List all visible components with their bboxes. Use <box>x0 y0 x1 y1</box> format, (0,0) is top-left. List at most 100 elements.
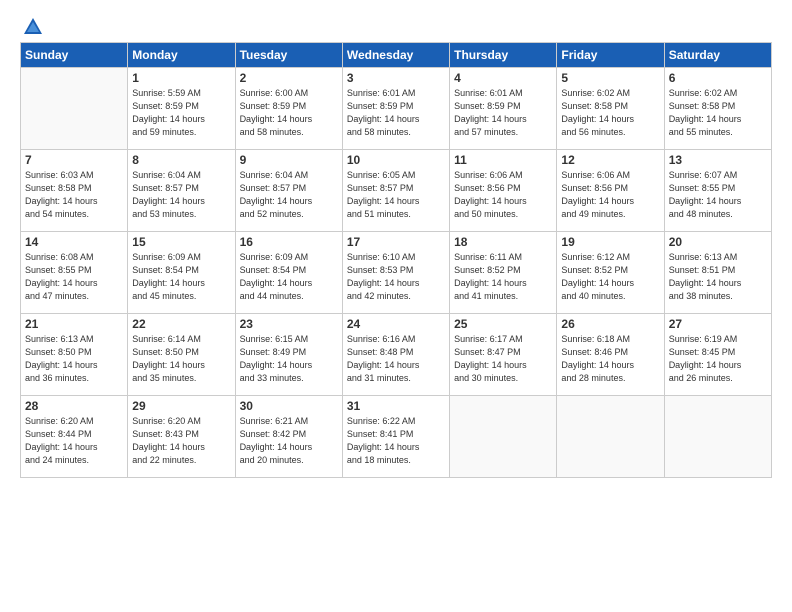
calendar-cell: 11 Sunrise: 6:06 AMSunset: 8:56 PMDayligh… <box>450 150 557 232</box>
calendar-cell: 16Sunrise: 6:09 AMSunset: 8:54 PMDayligh… <box>235 232 342 314</box>
day-number: 11 <box>454 153 552 167</box>
day-number: 24 <box>347 317 445 331</box>
day-info: Sunrise: 6:16 AMSunset: 8:48 PMDaylight:… <box>347 333 445 385</box>
day-info: Sunrise: 6:01 AMSunset: 8:59 PMDaylight:… <box>454 87 552 139</box>
day-info: Sunrise: 6:09 AMSunset: 8:54 PMDaylight:… <box>240 251 338 303</box>
day-number: 2 <box>240 71 338 85</box>
day-info: Sunrise: 6:19 AMSunset: 8:45 PMDaylight:… <box>669 333 767 385</box>
day-number: 22 <box>132 317 230 331</box>
calendar-header-row: SundayMondayTuesdayWednesdayThursdayFrid… <box>21 43 772 68</box>
calendar-week-row: 14 Sunrise: 6:08 AMSunset: 8:55 PMDayligh… <box>21 232 772 314</box>
calendar-cell: 7 Sunrise: 6:03 AMSunset: 8:58 PMDaylight… <box>21 150 128 232</box>
day-info: Sunrise: 6:05 AMSunset: 8:57 PMDaylight:… <box>347 169 445 221</box>
calendar-cell: 25Sunrise: 6:17 AMSunset: 8:47 PMDayligh… <box>450 314 557 396</box>
weekday-header: Sunday <box>21 43 128 68</box>
day-number: 13 <box>669 153 767 167</box>
calendar-cell: 31 Sunrise: 6:22 AMSunset: 8:41 PMDayligh… <box>342 396 449 478</box>
day-info: Sunrise: 6:06 AMSunset: 8:56 PMDaylight:… <box>454 169 552 221</box>
calendar-cell: 14 Sunrise: 6:08 AMSunset: 8:55 PMDayligh… <box>21 232 128 314</box>
calendar-cell: 24 Sunrise: 6:16 AMSunset: 8:48 PMDayligh… <box>342 314 449 396</box>
day-info: Sunrise: 6:11 AMSunset: 8:52 PMDaylight:… <box>454 251 552 303</box>
day-info: Sunrise: 6:15 AMSunset: 8:49 PMDaylight:… <box>240 333 338 385</box>
day-info: Sunrise: 6:22 AMSunset: 8:41 PMDaylight:… <box>347 415 445 467</box>
weekday-header: Thursday <box>450 43 557 68</box>
day-info: Sunrise: 6:10 AMSunset: 8:53 PMDaylight:… <box>347 251 445 303</box>
day-number: 18 <box>454 235 552 249</box>
day-number: 23 <box>240 317 338 331</box>
calendar-cell: 4 Sunrise: 6:01 AMSunset: 8:59 PMDaylight… <box>450 68 557 150</box>
day-number: 20 <box>669 235 767 249</box>
calendar-cell: 28Sunrise: 6:20 AMSunset: 8:44 PMDayligh… <box>21 396 128 478</box>
calendar-cell: 6 Sunrise: 6:02 AMSunset: 8:58 PMDaylight… <box>664 68 771 150</box>
calendar-table: SundayMondayTuesdayWednesdayThursdayFrid… <box>20 42 772 478</box>
day-info: Sunrise: 6:21 AMSunset: 8:42 PMDaylight:… <box>240 415 338 467</box>
weekday-header: Tuesday <box>235 43 342 68</box>
day-number: 26 <box>561 317 659 331</box>
day-number: 5 <box>561 71 659 85</box>
calendar-cell: 22Sunrise: 6:14 AMSunset: 8:50 PMDayligh… <box>128 314 235 396</box>
logo-icon <box>22 16 44 38</box>
day-info: Sunrise: 6:08 AMSunset: 8:55 PMDaylight:… <box>25 251 123 303</box>
day-number: 7 <box>25 153 123 167</box>
day-number: 31 <box>347 399 445 413</box>
day-number: 30 <box>240 399 338 413</box>
day-number: 8 <box>132 153 230 167</box>
calendar-cell: 13 Sunrise: 6:07 AMSunset: 8:55 PMDayligh… <box>664 150 771 232</box>
day-number: 29 <box>132 399 230 413</box>
day-info: Sunrise: 6:17 AMSunset: 8:47 PMDaylight:… <box>454 333 552 385</box>
day-number: 21 <box>25 317 123 331</box>
day-info: Sunrise: 6:04 AMSunset: 8:57 PMDaylight:… <box>132 169 230 221</box>
day-info: Sunrise: 6:18 AMSunset: 8:46 PMDaylight:… <box>561 333 659 385</box>
day-info: Sunrise: 6:06 AMSunset: 8:56 PMDaylight:… <box>561 169 659 221</box>
calendar-cell: 29 Sunrise: 6:20 AMSunset: 8:43 PMDayligh… <box>128 396 235 478</box>
calendar-week-row: 1 Sunrise: 5:59 AMSunset: 8:59 PMDaylight… <box>21 68 772 150</box>
calendar-cell: 9 Sunrise: 6:04 AMSunset: 8:57 PMDaylight… <box>235 150 342 232</box>
calendar-cell: 17Sunrise: 6:10 AMSunset: 8:53 PMDayligh… <box>342 232 449 314</box>
day-number: 1 <box>132 71 230 85</box>
day-info: Sunrise: 6:04 AMSunset: 8:57 PMDaylight:… <box>240 169 338 221</box>
day-info: Sunrise: 6:03 AMSunset: 8:58 PMDaylight:… <box>25 169 123 221</box>
day-info: Sunrise: 6:07 AMSunset: 8:55 PMDaylight:… <box>669 169 767 221</box>
weekday-header: Wednesday <box>342 43 449 68</box>
day-number: 9 <box>240 153 338 167</box>
day-number: 10 <box>347 153 445 167</box>
calendar-cell: 20 Sunrise: 6:13 AMSunset: 8:51 PMDayligh… <box>664 232 771 314</box>
calendar-cell: 26 Sunrise: 6:18 AMSunset: 8:46 PMDayligh… <box>557 314 664 396</box>
day-info: Sunrise: 6:02 AMSunset: 8:58 PMDaylight:… <box>561 87 659 139</box>
day-number: 27 <box>669 317 767 331</box>
day-number: 14 <box>25 235 123 249</box>
calendar-cell: 21 Sunrise: 6:13 AMSunset: 8:50 PMDayligh… <box>21 314 128 396</box>
calendar-cell: 30 Sunrise: 6:21 AMSunset: 8:42 PMDayligh… <box>235 396 342 478</box>
weekday-header: Monday <box>128 43 235 68</box>
calendar-cell <box>664 396 771 478</box>
day-info: Sunrise: 6:02 AMSunset: 8:58 PMDaylight:… <box>669 87 767 139</box>
calendar-week-row: 21 Sunrise: 6:13 AMSunset: 8:50 PMDayligh… <box>21 314 772 396</box>
header <box>20 16 772 34</box>
day-info: Sunrise: 6:13 AMSunset: 8:50 PMDaylight:… <box>25 333 123 385</box>
calendar-cell <box>450 396 557 478</box>
page: SundayMondayTuesdayWednesdayThursdayFrid… <box>0 0 792 612</box>
calendar-cell: 10 Sunrise: 6:05 AMSunset: 8:57 PMDayligh… <box>342 150 449 232</box>
day-number: 4 <box>454 71 552 85</box>
calendar-cell <box>21 68 128 150</box>
weekday-header: Friday <box>557 43 664 68</box>
day-number: 6 <box>669 71 767 85</box>
logo <box>20 16 44 34</box>
day-info: Sunrise: 6:20 AMSunset: 8:44 PMDaylight:… <box>25 415 123 467</box>
calendar-cell: 8 Sunrise: 6:04 AMSunset: 8:57 PMDaylight… <box>128 150 235 232</box>
calendar-cell: 3Sunrise: 6:01 AMSunset: 8:59 PMDaylight… <box>342 68 449 150</box>
calendar-cell: 23 Sunrise: 6:15 AMSunset: 8:49 PMDayligh… <box>235 314 342 396</box>
weekday-header: Saturday <box>664 43 771 68</box>
calendar-cell: 12Sunrise: 6:06 AMSunset: 8:56 PMDayligh… <box>557 150 664 232</box>
day-info: Sunrise: 6:13 AMSunset: 8:51 PMDaylight:… <box>669 251 767 303</box>
day-info: Sunrise: 6:09 AMSunset: 8:54 PMDaylight:… <box>132 251 230 303</box>
calendar-cell: 15 Sunrise: 6:09 AMSunset: 8:54 PMDayligh… <box>128 232 235 314</box>
day-number: 19 <box>561 235 659 249</box>
day-info: Sunrise: 5:59 AMSunset: 8:59 PMDaylight:… <box>132 87 230 139</box>
day-number: 15 <box>132 235 230 249</box>
calendar-cell: 18 Sunrise: 6:11 AMSunset: 8:52 PMDayligh… <box>450 232 557 314</box>
day-info: Sunrise: 6:20 AMSunset: 8:43 PMDaylight:… <box>132 415 230 467</box>
day-info: Sunrise: 6:01 AMSunset: 8:59 PMDaylight:… <box>347 87 445 139</box>
calendar-cell <box>557 396 664 478</box>
calendar-cell: 27 Sunrise: 6:19 AMSunset: 8:45 PMDayligh… <box>664 314 771 396</box>
